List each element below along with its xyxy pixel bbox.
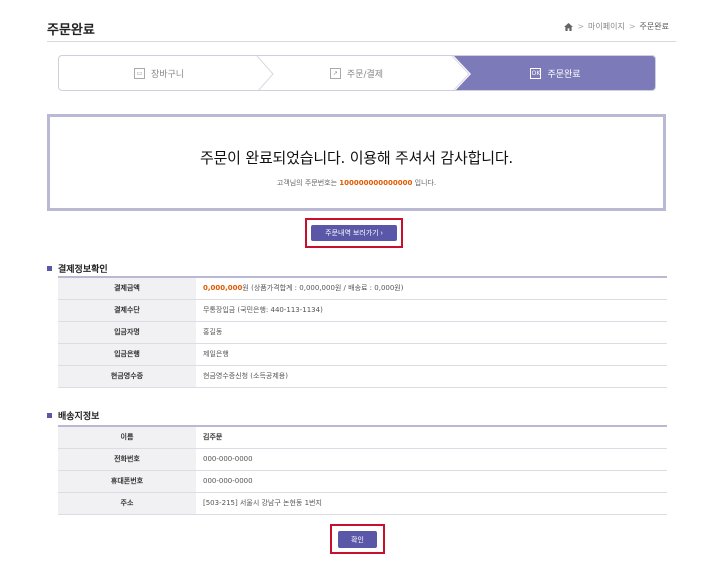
home-icon[interactable] xyxy=(564,22,574,31)
shipping-section-label: 배송지정보 xyxy=(58,412,100,422)
step-cart: ▭ 장바구니 xyxy=(59,56,259,90)
order-complete-box: 주문이 완료되었습니다. 이용해 주셔서 감사합니다. 고객님의 주문번호는 1… xyxy=(47,114,666,211)
view-order-button[interactable]: 주문내역 보러가기 › xyxy=(311,225,397,241)
table-row: 휴대폰번호 000-000-0000 xyxy=(58,470,667,493)
phone-value: 000-000-0000 xyxy=(196,448,667,471)
recipient-name-label: 이름 xyxy=(58,426,196,449)
step-order-payment-label: 주문/결제 xyxy=(346,69,384,80)
table-row: 입금은행 제일은행 xyxy=(58,343,667,366)
breadcrumb-item-mypage[interactable]: 마이페이지 xyxy=(588,21,625,32)
cart-icon: ▭ xyxy=(133,67,145,79)
order-icon: ↗ xyxy=(329,67,341,79)
payment-amount-label: 결제금액 xyxy=(58,277,196,300)
section-bullet-icon xyxy=(47,266,52,271)
deposit-bank-label: 입금은행 xyxy=(58,343,196,366)
shipping-info-table: 이름 김주문 전화번호 000-000-0000 휴대폰번호 000-000-0… xyxy=(58,425,667,515)
payment-info-table: 결제금액 0,000,000원 (상품가격합계 : 0,000,000원 / 배… xyxy=(58,276,667,388)
payment-amount-price: 0,000,000 xyxy=(203,284,243,293)
section-bullet-icon xyxy=(47,413,52,418)
shipping-section-title: 배송지정보 xyxy=(47,409,99,422)
breadcrumb-item-current: 주문완료 xyxy=(639,22,669,31)
table-row: 결제수단 무통장입금 (국민은행: 440-113-1134) xyxy=(58,299,667,322)
breadcrumb-separator: > xyxy=(628,22,636,31)
table-row: 전화번호 000-000-0000 xyxy=(58,448,667,471)
mobile-label: 휴대폰번호 xyxy=(58,470,196,493)
page-title: 주문완료 xyxy=(47,23,95,38)
depositor-value: 홍길동 xyxy=(196,321,667,344)
mobile-value: 000-000-0000 xyxy=(196,470,667,493)
title-divider xyxy=(47,41,676,42)
payment-section-label: 결제정보확인 xyxy=(58,265,108,275)
recipient-name-value: 김주문 xyxy=(196,426,667,449)
payment-amount-value: 0,000,000원 (상품가격합계 : 0,000,000원 / 배송료 : … xyxy=(196,277,667,300)
confirm-highlight: 확인 xyxy=(330,524,385,554)
cash-receipt-label: 현금영수증 xyxy=(58,365,196,388)
payment-method-label: 결제수단 xyxy=(58,299,196,322)
confirm-button[interactable]: 확인 xyxy=(338,531,377,548)
address-value: [503-215] 서울시 강남구 논현동 1번지 xyxy=(196,492,667,515)
step-complete-label: 주문완료 xyxy=(547,69,581,80)
step-cart-label: 장바구니 xyxy=(150,69,185,80)
payment-method-value: 무통장입금 (국민은행: 440-113-1134) xyxy=(196,299,667,322)
table-row: 결제금액 0,000,000원 (상품가격합계 : 0,000,000원 / 배… xyxy=(58,277,667,300)
recipient-name: 김주문 xyxy=(203,433,223,442)
payment-section-title: 결제정보확인 xyxy=(47,262,108,275)
step-order-payment: ↗ 주문/결제 xyxy=(259,56,454,90)
table-row: 주소 [503-215] 서울시 강남구 논현동 1번지 xyxy=(58,492,667,515)
order-number-prefix: 고객님의 주문번호는 xyxy=(276,179,338,187)
view-order-highlight: 주문내역 보러가기 › xyxy=(305,218,403,248)
order-number-line: 고객님의 주문번호는 100000000000000 입니다. xyxy=(50,178,663,188)
breadcrumb-separator: > xyxy=(577,22,585,31)
order-number: 100000000000000 xyxy=(339,179,413,187)
step-complete: OK 주문완료 xyxy=(454,56,655,90)
table-row: 이름 김주문 xyxy=(58,426,667,449)
ok-icon: OK xyxy=(530,67,542,79)
completion-message: 주문이 완료되었습니다. 이용해 주셔서 감사합니다. xyxy=(199,149,513,167)
phone-label: 전화번호 xyxy=(58,448,196,471)
breadcrumb: > 마이페이지 > 주문완료 xyxy=(564,21,669,32)
cash-receipt-value: 현금영수증신청 (소득공제용) xyxy=(196,365,667,388)
order-number-suffix: 입니다. xyxy=(414,179,437,187)
payment-amount-detail: 원 (상품가격합계 : 0,000,000원 / 배송료 : 0,000원) xyxy=(242,284,404,293)
order-steps: ▭ 장바구니 ↗ 주문/결제 OK 주문완료 xyxy=(58,55,656,91)
deposit-bank-value: 제일은행 xyxy=(196,343,667,366)
depositor-label: 입금자명 xyxy=(58,321,196,344)
table-row: 입금자명 홍길동 xyxy=(58,321,667,344)
address-label: 주소 xyxy=(58,492,196,515)
table-row: 현금영수증 현금영수증신청 (소득공제용) xyxy=(58,365,667,388)
